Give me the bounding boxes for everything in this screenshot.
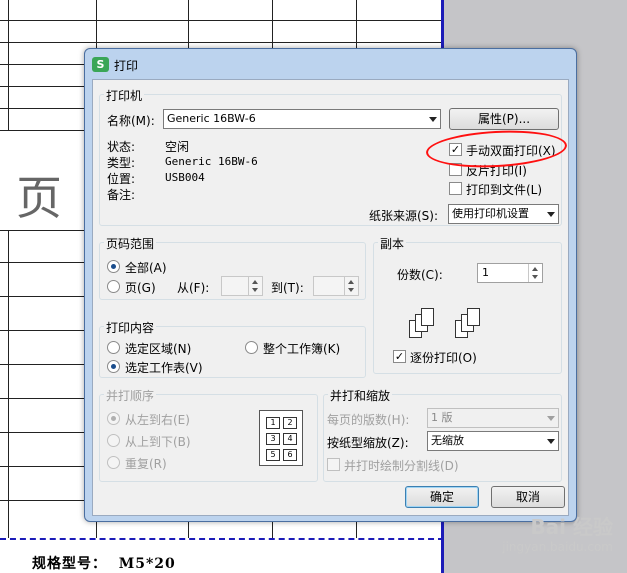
status-label: 状态:	[107, 140, 136, 154]
paper-source-select[interactable]: 使用打印机设置	[448, 204, 559, 224]
print-content-group-title: 打印内容	[104, 319, 157, 336]
scale-to-paper-select[interactable]: 无缩放	[427, 431, 559, 451]
page-range-group-title: 页码范围	[104, 235, 157, 252]
location-value: USB004	[165, 171, 205, 184]
pages-per-sheet-value: 1 版	[431, 411, 453, 424]
chevron-down-icon	[547, 439, 555, 444]
collate-page-icon	[467, 308, 480, 326]
watermark-line1: Bai 经验	[530, 515, 613, 539]
print-order-group-title: 并打顺序	[104, 387, 157, 404]
scale-to-paper-label: 按纸型缩放(Z):	[327, 436, 409, 450]
spin-arrows-icon[interactable]	[344, 277, 358, 295]
draw-borders-checkbox[interactable]	[327, 458, 340, 471]
watermark-line2: jingyan.baidu.com	[502, 540, 613, 554]
whole-workbook-label: 整个工作簿(K)	[263, 342, 341, 356]
grid-line	[0, 42, 441, 43]
draw-borders-label: 并打时绘制分割线(D)	[344, 459, 459, 473]
page-range-pages-label: 页(G)	[125, 281, 156, 295]
order-top-bottom-label: 从上到下(B)	[125, 435, 191, 449]
printer-name-value: Generic 16BW-6	[167, 112, 256, 125]
chevron-down-icon	[429, 117, 437, 122]
copies-group-title: 副本	[378, 235, 407, 252]
page-from-label: 从(F):	[177, 281, 210, 295]
cancel-button[interactable]: 取消	[491, 486, 565, 508]
type-value: Generic 16BW-6	[165, 155, 258, 168]
chevron-down-icon	[547, 416, 555, 421]
print-dialog: S 打印 打印机 名称(M): Generic 16BW-6 属性(P)... …	[84, 48, 577, 522]
properties-button[interactable]: 属性(P)...	[449, 108, 559, 130]
order-preview-icon: 1 2 3 4 5 6	[259, 410, 303, 466]
page-label-char: 页	[16, 171, 62, 225]
dialog-titlebar[interactable]: S 打印	[85, 49, 576, 79]
paper-source-value: 使用打印机设置	[452, 207, 529, 220]
collate-label: 逐份打印(O)	[410, 351, 477, 365]
order-left-right-radio[interactable]	[107, 412, 120, 425]
pages-per-sheet-select[interactable]: 1 版	[427, 408, 559, 428]
printer-group-title: 打印机	[104, 87, 145, 104]
spin-arrows-icon[interactable]	[248, 277, 262, 295]
printer-name-label: 名称(M):	[107, 114, 155, 128]
ok-button[interactable]: 确定	[405, 486, 479, 508]
collate-page-icon	[421, 308, 434, 326]
copies-count-value: 1	[482, 266, 489, 279]
order-preview-cell: 6	[283, 449, 297, 461]
grid-line	[8, 0, 9, 130]
order-repeat-label: 重复(R)	[125, 457, 167, 471]
order-preview-cell: 4	[283, 433, 297, 445]
dialog-title: 打印	[114, 59, 139, 73]
pages-per-sheet-label: 每页的版数(H):	[327, 413, 410, 427]
order-preview-cell: 2	[283, 417, 297, 429]
order-preview-cell: 5	[266, 449, 280, 461]
location-label: 位置:	[107, 172, 136, 186]
order-preview-cell: 3	[266, 433, 280, 445]
order-repeat-radio[interactable]	[107, 456, 120, 469]
print-to-file-label: 打印到文件(L)	[466, 183, 543, 197]
order-left-right-label: 从左到右(E)	[125, 413, 190, 427]
baidu-watermark: Bai 经验 jingyan.baidu.com	[485, 511, 613, 569]
selection-radio[interactable]	[107, 341, 120, 354]
page-range-all-radio[interactable]	[107, 260, 120, 273]
wps-app-icon: S	[92, 57, 109, 72]
page-range-pages-radio[interactable]	[107, 280, 120, 293]
grid-line	[8, 230, 9, 538]
page-range-all-label: 全部(A)	[125, 261, 167, 275]
spin-arrows-icon[interactable]	[528, 264, 542, 282]
page-break-horizontal	[0, 538, 444, 540]
order-top-bottom-radio[interactable]	[107, 434, 120, 447]
printer-name-select[interactable]: Generic 16BW-6	[163, 109, 441, 129]
type-label: 类型:	[107, 156, 136, 170]
status-value: 空闲	[165, 140, 190, 154]
scale-to-paper-value: 无缩放	[431, 434, 464, 447]
page-to-input[interactable]	[313, 276, 359, 296]
copies-count-label: 份数(C):	[397, 268, 443, 282]
page-to-label: 到(T):	[271, 281, 304, 295]
comment-label: 备注:	[107, 188, 136, 202]
paper-source-label: 纸张来源(S):	[369, 209, 439, 223]
copies-count-input[interactable]: 1	[477, 263, 543, 283]
active-sheet-radio[interactable]	[107, 360, 120, 373]
collate-checkbox[interactable]: ✓	[393, 350, 406, 363]
page-from-input[interactable]	[221, 276, 263, 296]
order-preview-cell: 1	[266, 417, 280, 429]
selection-label: 选定区域(N)	[125, 342, 192, 356]
grid-line	[0, 20, 441, 21]
whole-workbook-radio[interactable]	[245, 341, 258, 354]
scale-group-title: 并打和缩放	[328, 387, 393, 404]
chevron-down-icon	[547, 212, 555, 217]
active-sheet-label: 选定工作表(V)	[125, 361, 203, 375]
print-to-file-checkbox[interactable]	[449, 182, 462, 195]
spec-model-text: 规格型号： M5*20	[32, 556, 176, 572]
